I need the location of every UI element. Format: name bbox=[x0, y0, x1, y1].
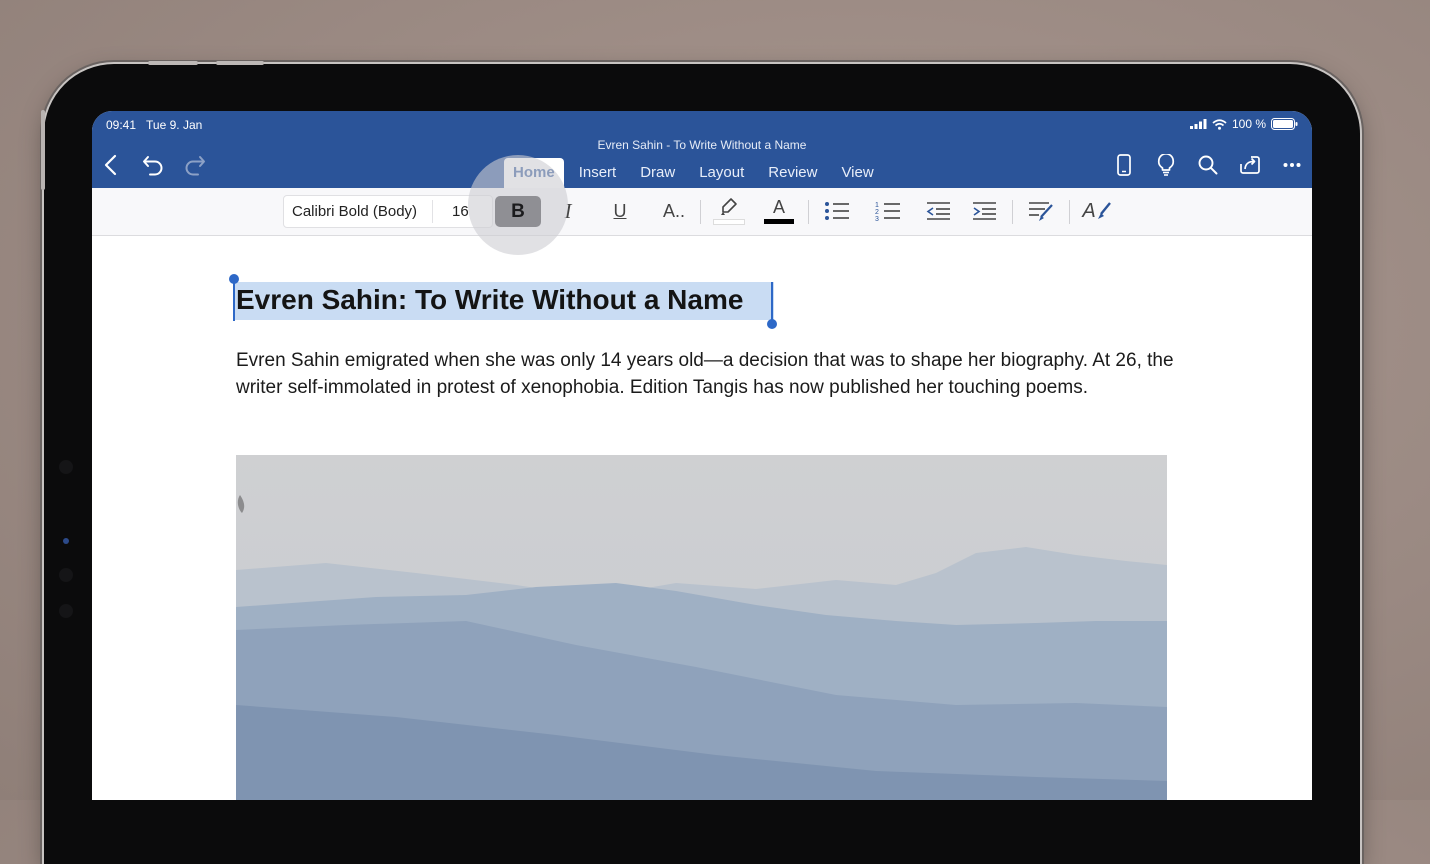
redo-button[interactable] bbox=[181, 151, 209, 179]
highlighter-icon bbox=[721, 198, 737, 215]
status-date: Tue 9. Jan bbox=[146, 118, 203, 132]
document-image[interactable] bbox=[236, 455, 1167, 800]
document-canvas[interactable]: Evren Sahin: To Write Without a Name Evr… bbox=[92, 236, 1312, 800]
tab-draw[interactable]: Draw bbox=[631, 158, 684, 188]
underline-button[interactable]: U bbox=[600, 195, 640, 227]
font-divider bbox=[432, 200, 433, 223]
numbering-button[interactable]: 123 bbox=[868, 195, 908, 227]
bullet-list-icon bbox=[825, 202, 849, 220]
status-time: 09:41 bbox=[106, 118, 137, 132]
bullets-button[interactable] bbox=[817, 195, 857, 227]
app-screen: 09:41 Tue 9. Jan 100 % Evren Sahin - To … bbox=[92, 111, 1312, 800]
decrease-indent-icon bbox=[926, 202, 950, 220]
undo-button[interactable] bbox=[139, 151, 167, 179]
ribbon-toolbar: Calibri Bold (Body) 16 I U A.. A 123 A bbox=[92, 188, 1312, 236]
ellipsis-icon bbox=[1283, 163, 1301, 167]
camera-lens bbox=[63, 538, 69, 544]
styles-button[interactable]: A bbox=[1077, 195, 1117, 227]
svg-text:1: 1 bbox=[875, 202, 879, 209]
highlight-button[interactable] bbox=[709, 195, 749, 227]
paintbrush-icon bbox=[1097, 202, 1111, 219]
numbered-list-icon: 123 bbox=[875, 202, 900, 221]
search-icon bbox=[1198, 155, 1218, 175]
paragraph-format-icon bbox=[1029, 202, 1053, 221]
svg-text:2: 2 bbox=[875, 209, 879, 216]
styles-letter: A bbox=[1082, 199, 1096, 222]
font-size[interactable]: 16 bbox=[452, 203, 469, 220]
toolbar-divider bbox=[808, 200, 809, 224]
mobile-view-button[interactable] bbox=[1110, 151, 1138, 179]
chevron-left-icon bbox=[104, 154, 117, 176]
wifi-icon bbox=[1212, 118, 1227, 130]
font-name: Calibri Bold (Body) bbox=[292, 203, 418, 220]
font-picker[interactable]: Calibri Bold (Body) 16 bbox=[283, 195, 493, 228]
status-clock: 09:41 Tue 9. Jan bbox=[106, 118, 202, 132]
paragraph-format-button[interactable] bbox=[1021, 195, 1061, 227]
document-title: Evren Sahin - To Write Without a Name bbox=[597, 138, 807, 152]
status-indicators: 100 % bbox=[1189, 117, 1298, 131]
tab-view[interactable]: View bbox=[832, 158, 882, 188]
selection-end-bar bbox=[771, 282, 773, 322]
toolbar-divider bbox=[1012, 200, 1013, 224]
selection-start-bar bbox=[233, 281, 235, 321]
toolbar-divider bbox=[700, 200, 701, 224]
search-button[interactable] bbox=[1194, 151, 1222, 179]
font-color-button[interactable]: A bbox=[759, 195, 799, 227]
selection-end-handle[interactable] bbox=[767, 319, 777, 329]
sensor-dot bbox=[59, 568, 73, 582]
font-color-bar bbox=[764, 219, 794, 224]
camera-dot bbox=[59, 460, 73, 474]
tell-me-button[interactable] bbox=[1152, 151, 1180, 179]
mountain-landscape-image bbox=[236, 455, 1167, 800]
title-bar: 09:41 Tue 9. Jan 100 % Evren Sahin - To … bbox=[92, 111, 1312, 188]
bold-button[interactable]: B bbox=[495, 196, 541, 227]
share-button[interactable] bbox=[1236, 151, 1264, 179]
svg-text:3: 3 bbox=[875, 216, 879, 221]
increase-indent-button[interactable] bbox=[964, 195, 1004, 227]
text-effects-button[interactable]: A.. bbox=[651, 195, 697, 227]
title-bar-actions bbox=[1110, 151, 1306, 179]
sensor-dot-2 bbox=[59, 604, 73, 618]
document-paragraph[interactable]: Evren Sahin emigrated when she was only … bbox=[236, 348, 1176, 401]
back-button[interactable] bbox=[97, 151, 125, 179]
redo-icon bbox=[185, 156, 205, 176]
font-color-letter: A bbox=[772, 197, 785, 217]
tab-layout[interactable]: Layout bbox=[690, 158, 753, 188]
document-heading[interactable]: Evren Sahin: To Write Without a Name bbox=[236, 284, 743, 316]
battery-icon bbox=[1271, 118, 1298, 130]
highlight-color-bar bbox=[713, 219, 745, 225]
signal-icon bbox=[1189, 119, 1207, 129]
hardware-button-top-1 bbox=[148, 61, 198, 65]
tab-review[interactable]: Review bbox=[759, 158, 826, 188]
tab-insert[interactable]: Insert bbox=[570, 158, 626, 188]
selection-start-handle[interactable] bbox=[229, 274, 239, 284]
toolbar-divider bbox=[1069, 200, 1070, 224]
battery-percent: 100 % bbox=[1231, 117, 1266, 131]
more-options-button[interactable] bbox=[1278, 151, 1306, 179]
lightbulb-icon bbox=[1157, 154, 1175, 176]
hardware-button-top-2 bbox=[216, 61, 264, 65]
phone-icon bbox=[1117, 154, 1131, 176]
hardware-button-side bbox=[41, 110, 45, 190]
decrease-indent-button[interactable] bbox=[918, 195, 958, 227]
increase-indent-icon bbox=[973, 202, 996, 220]
share-icon bbox=[1240, 156, 1260, 174]
undo-icon bbox=[143, 156, 163, 176]
